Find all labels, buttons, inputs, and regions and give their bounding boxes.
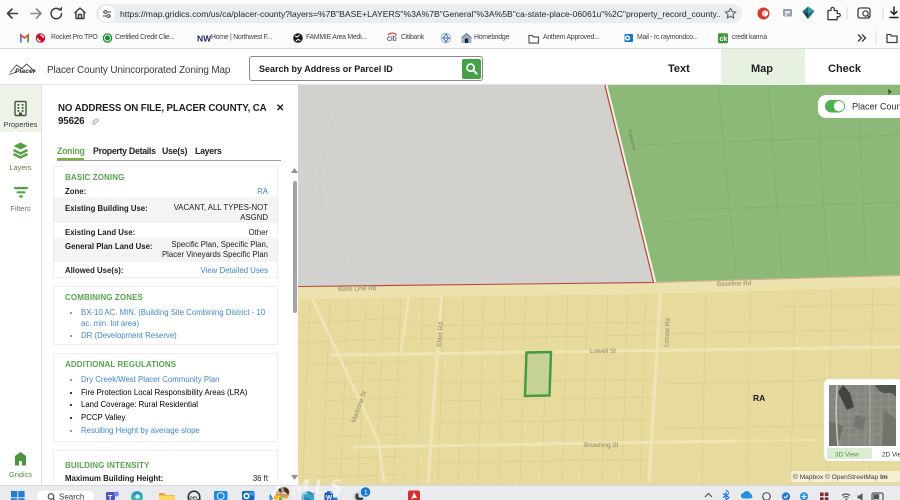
svg-text:T: T	[108, 495, 113, 500]
svg-text:NW: NW	[197, 34, 212, 44]
svg-text:Lowell St: Lowell St	[590, 348, 616, 355]
svg-text:ck: ck	[720, 36, 728, 43]
svg-text:Placer Count: Placer Count	[852, 102, 900, 112]
svg-text:Browning St: Browning St	[584, 442, 619, 449]
svg-text:© Mapbox © OpenStreetMap Im: © Mapbox © OpenStreetMap Im	[793, 473, 888, 481]
svg-text:2D Vie: 2D Vie	[882, 452, 900, 459]
svg-text:RA: RA	[753, 393, 765, 403]
svg-text:Placer: Placer	[15, 68, 36, 75]
svg-text:Baseline Rd: Baseline Rd	[717, 280, 752, 288]
svg-text:3D View: 3D View	[835, 452, 859, 459]
svg-text:1: 1	[364, 488, 368, 497]
svg-text:Search: Search	[59, 493, 84, 500]
svg-text:Base Line Rd: Base Line Rd	[338, 285, 377, 293]
svg-text:DELL: DELL	[190, 496, 202, 500]
